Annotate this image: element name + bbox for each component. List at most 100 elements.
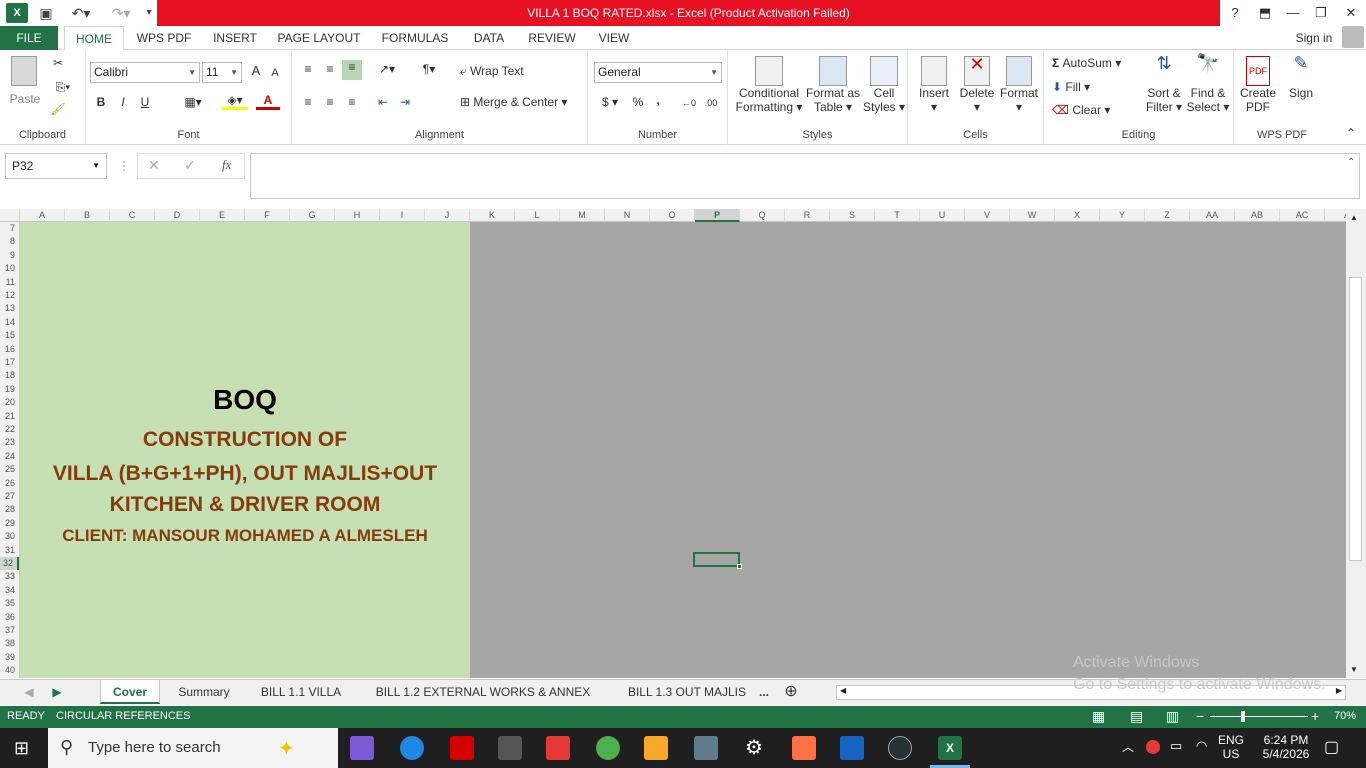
next-sheet-icon[interactable]: ▶ bbox=[48, 680, 66, 704]
autosum-button[interactable]: Σ AutoSum ▾ bbox=[1052, 56, 1142, 70]
app-blue-icon[interactable] bbox=[840, 736, 864, 760]
excel-taskbar-icon[interactable]: X bbox=[938, 736, 962, 760]
sign-in-link[interactable]: Sign in bbox=[1290, 26, 1338, 50]
column-header[interactable]: H bbox=[335, 209, 380, 222]
column-header[interactable]: AB bbox=[1235, 209, 1280, 222]
name-box[interactable]: P32 ▼ bbox=[5, 153, 107, 179]
steam-icon[interactable] bbox=[888, 736, 912, 760]
column-header[interactable]: X bbox=[1055, 209, 1100, 222]
column-header[interactable]: U bbox=[920, 209, 965, 222]
file-explorer-icon[interactable] bbox=[644, 736, 668, 760]
scroll-down-icon[interactable]: ▼ bbox=[1350, 665, 1358, 674]
column-header[interactable]: R bbox=[785, 209, 830, 222]
increase-decimal-icon[interactable]: ←0 bbox=[680, 96, 698, 110]
row-header[interactable]: 26 bbox=[0, 477, 19, 490]
tab-home[interactable]: HOME bbox=[64, 26, 124, 51]
column-header[interactable]: S bbox=[830, 209, 875, 222]
column-header[interactable]: B bbox=[65, 209, 110, 222]
column-header[interactable]: F bbox=[245, 209, 290, 222]
chrome-icon[interactable] bbox=[596, 736, 620, 760]
tray-chevron-icon[interactable]: ︿ bbox=[1122, 738, 1134, 755]
row-header[interactable]: 14 bbox=[0, 316, 19, 329]
help-icon[interactable]: ? bbox=[1220, 0, 1250, 26]
add-sheet-icon[interactable]: ⊕ bbox=[780, 680, 802, 704]
app-shield-icon[interactable] bbox=[498, 736, 522, 760]
insert-function-icon[interactable]: fx bbox=[222, 157, 231, 173]
align-left-icon[interactable]: ≡ bbox=[300, 95, 316, 109]
cancel-icon[interactable]: ✕ bbox=[148, 157, 160, 174]
row-header[interactable]: 40 bbox=[0, 664, 19, 677]
tray-app-icon[interactable] bbox=[1146, 740, 1160, 754]
text-direction-icon[interactable]: ¶▾ bbox=[416, 62, 442, 76]
comma-button[interactable]: , bbox=[652, 93, 664, 107]
tab-file[interactable]: FILE bbox=[0, 26, 58, 50]
sign-pdf-button[interactable]: ✎ Sign bbox=[1284, 54, 1318, 100]
row-header[interactable]: 16 bbox=[0, 343, 19, 356]
wifi-icon[interactable]: ◠ bbox=[1196, 738, 1207, 754]
column-header[interactable]: N bbox=[605, 209, 650, 222]
row-header[interactable]: 15 bbox=[0, 329, 19, 342]
column-header[interactable]: P bbox=[695, 209, 740, 222]
undo-icon[interactable]: ↶▾ bbox=[66, 3, 96, 23]
row-header[interactable]: 22 bbox=[0, 423, 19, 436]
underline-button[interactable]: U bbox=[138, 95, 152, 109]
close-button[interactable]: ✕ bbox=[1336, 0, 1366, 26]
prev-sheet-icon[interactable]: ◀ bbox=[20, 680, 38, 704]
tab-data[interactable]: DATA bbox=[464, 26, 514, 50]
tab-insert[interactable]: INSERT bbox=[206, 26, 264, 50]
more-sheets-icon[interactable]: ... bbox=[756, 680, 772, 704]
row-header[interactable]: 8 bbox=[0, 235, 19, 248]
grow-font-icon[interactable]: A bbox=[248, 64, 264, 78]
column-header[interactable]: I bbox=[380, 209, 425, 222]
column-header[interactable]: A bbox=[20, 209, 65, 222]
sheet-tab-bill-1-2[interactable]: BILL 1.2 EXTERNAL WORKS & ANNEX bbox=[358, 680, 608, 704]
row-header[interactable]: 31 bbox=[0, 544, 19, 557]
column-header[interactable]: T bbox=[875, 209, 920, 222]
language-indicator[interactable]: ENG US bbox=[1218, 733, 1244, 761]
clock[interactable]: 6:24 PM 5/4/2026 bbox=[1256, 733, 1316, 761]
create-pdf-button[interactable]: PDF Create PDF bbox=[1238, 56, 1278, 114]
align-bottom-icon[interactable]: ≡ bbox=[342, 60, 362, 80]
row-header[interactable]: 37 bbox=[0, 624, 19, 637]
row-header[interactable]: 28 bbox=[0, 503, 19, 516]
bold-button[interactable]: B bbox=[94, 95, 108, 109]
zoom-slider-thumb[interactable] bbox=[1241, 711, 1245, 722]
find-select-button[interactable]: 🔭 Find & Select ▾ bbox=[1186, 54, 1230, 114]
page-break-view-icon[interactable]: ▥ bbox=[1166, 708, 1179, 725]
column-header[interactable]: J bbox=[425, 209, 470, 222]
sheet-tab-bill-1-1[interactable]: BILL 1.1 VILLA bbox=[248, 680, 354, 704]
row-header[interactable]: 24 bbox=[0, 450, 19, 463]
calculator-icon[interactable] bbox=[694, 736, 718, 760]
windows-start-icon[interactable]: ⊞ bbox=[14, 738, 29, 759]
save-icon[interactable]: ▣ bbox=[36, 3, 56, 23]
sheet-tab-cover[interactable]: Cover bbox=[100, 680, 160, 704]
row-header[interactable]: 11 bbox=[0, 276, 19, 289]
align-middle-icon[interactable]: ≡ bbox=[322, 62, 338, 76]
minimize-button[interactable]: — bbox=[1278, 0, 1308, 26]
enter-icon[interactable]: ✓ bbox=[184, 157, 196, 174]
paste-button[interactable] bbox=[6, 56, 42, 88]
row-header[interactable]: 29 bbox=[0, 517, 19, 530]
restore-button[interactable]: ❐ bbox=[1306, 0, 1336, 26]
row-header[interactable]: 39 bbox=[0, 651, 19, 664]
number-format-select[interactable]: General ▼ bbox=[594, 62, 722, 83]
row-header[interactable]: 7 bbox=[0, 222, 19, 235]
fill-button[interactable]: ⬇ Fill ▾ bbox=[1052, 80, 1112, 94]
column-header[interactable]: L bbox=[515, 209, 560, 222]
zoom-in-icon[interactable]: + bbox=[1311, 708, 1319, 724]
sheet-tab-bill-1-3[interactable]: BILL 1.3 OUT MAJLIS bbox=[612, 680, 762, 704]
row-header[interactable]: 34 bbox=[0, 584, 19, 597]
align-right-icon[interactable]: ≡ bbox=[344, 95, 360, 109]
row-header[interactable]: 13 bbox=[0, 302, 19, 315]
insert-cells-button[interactable]: Insert ▾ bbox=[914, 56, 954, 114]
app-cube-icon[interactable] bbox=[792, 736, 816, 760]
row-header[interactable]: 25 bbox=[0, 463, 19, 476]
settings-icon[interactable]: ⚙ bbox=[742, 736, 766, 760]
battery-icon[interactable]: ▭ bbox=[1170, 738, 1182, 754]
column-header[interactable]: C bbox=[110, 209, 155, 222]
row-header[interactable]: 33 bbox=[0, 570, 19, 583]
format-painter-icon[interactable]: 🖌 bbox=[50, 102, 66, 116]
zoom-out-icon[interactable]: − bbox=[1196, 708, 1204, 724]
currency-button[interactable]: $ ▾ bbox=[598, 95, 622, 109]
align-top-icon[interactable]: ≡ bbox=[300, 62, 316, 76]
